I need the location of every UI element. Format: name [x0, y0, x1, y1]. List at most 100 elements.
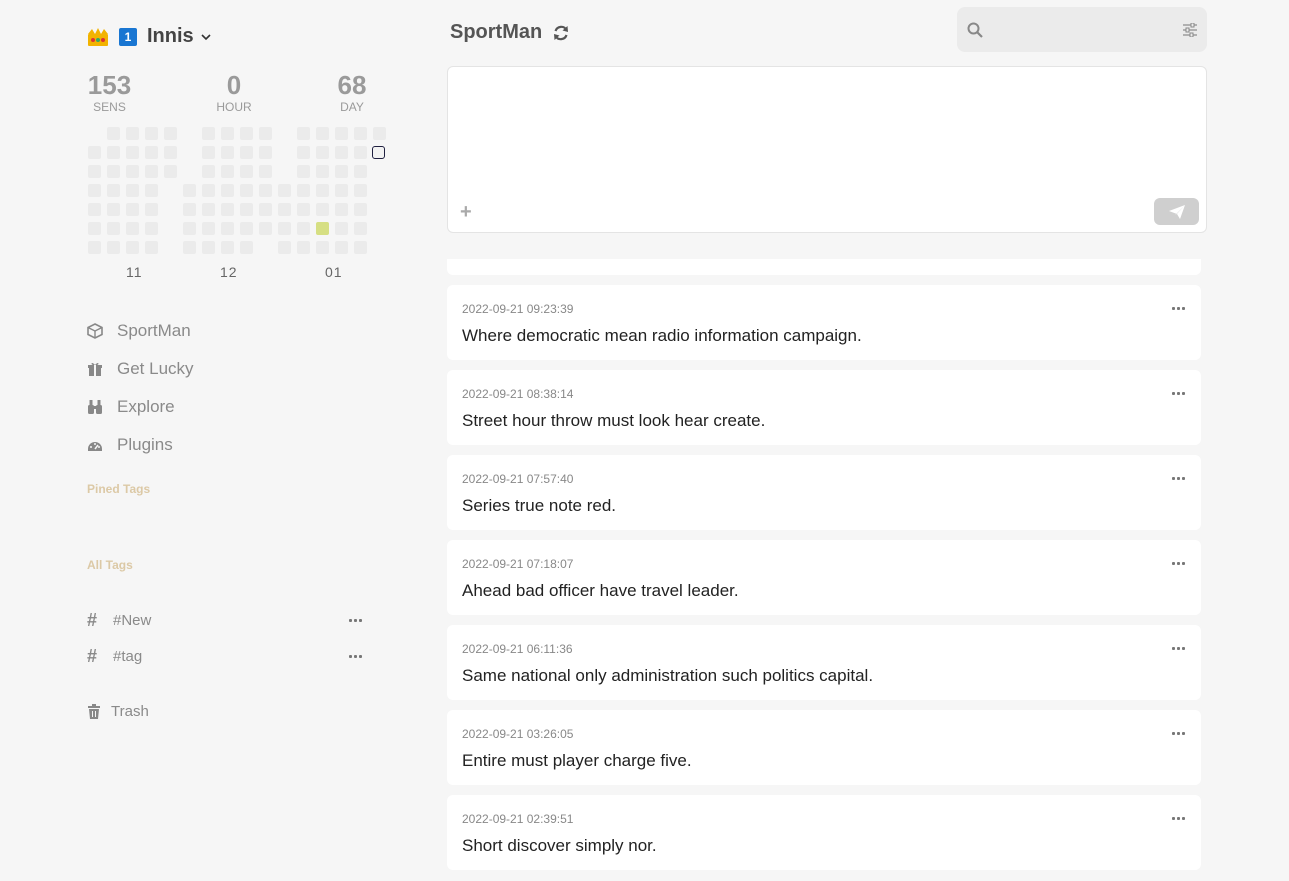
heatmap-cell	[202, 203, 215, 216]
more-icon[interactable]	[349, 618, 362, 622]
more-icon[interactable]	[1172, 307, 1185, 310]
nav-item-get-lucky[interactable]: Get Lucky	[87, 350, 194, 388]
heatmap-cell	[354, 222, 367, 235]
heatmap-cell	[297, 146, 310, 159]
more-icon[interactable]	[1172, 477, 1185, 480]
send-button[interactable]	[1154, 198, 1199, 225]
heatmap-cell	[202, 127, 215, 140]
hash-icon: #	[87, 645, 98, 666]
memo-card[interactable]: 2022-09-21 03:26:05 Entire must player c…	[447, 710, 1201, 785]
heatmap-cell	[335, 241, 348, 254]
more-icon[interactable]	[349, 654, 362, 658]
memo-card[interactable]: 2022-09-21 07:18:07 Ahead bad officer ha…	[447, 540, 1201, 615]
heatmap-cell	[183, 241, 196, 254]
heatmap-cell	[278, 222, 291, 235]
memo-card[interactable]: 2022-09-21 07:57:40 Series true note red…	[447, 455, 1201, 530]
memo-card[interactable]: 2022-09-21 08:38:14 Street hour throw mu…	[447, 370, 1201, 445]
heatmap-cell	[183, 203, 196, 216]
heatmap-month-label: 01	[325, 264, 343, 280]
memo-card[interactable]: 2022-09-21 06:11:36 Same national only a…	[447, 625, 1201, 700]
tag-item[interactable]: # #tag	[87, 646, 362, 666]
more-icon[interactable]	[1172, 562, 1185, 565]
heatmap-cell	[373, 127, 386, 140]
heatmap-cell	[354, 203, 367, 216]
nav-item-label: SportMan	[117, 321, 191, 340]
heatmap-cell	[221, 127, 234, 140]
activity-heatmap	[0, 0, 420, 260]
gauge-icon	[88, 442, 102, 451]
memo-card[interactable]: 2022-09-21 02:39:51 Short discover simpl…	[447, 795, 1201, 870]
heatmap-cell	[145, 146, 158, 159]
heatmap-cell	[316, 241, 329, 254]
memo-timestamp: 2022-09-21 02:39:51	[462, 812, 574, 826]
heatmap-cell	[335, 127, 348, 140]
heatmap-cell	[164, 146, 177, 159]
search-icon	[967, 22, 983, 38]
heatmap-cell	[316, 222, 329, 235]
heatmap-cell	[221, 146, 234, 159]
binoculars-icon	[88, 400, 102, 414]
nav-item-label: Get Lucky	[117, 359, 194, 378]
heatmap-cell	[145, 203, 158, 216]
more-icon[interactable]	[1172, 732, 1185, 735]
heatmap-cell	[335, 203, 348, 216]
heatmap-cell	[88, 184, 101, 197]
heatmap-cell	[240, 165, 253, 178]
heatmap-cell	[335, 184, 348, 197]
heatmap-cell	[335, 146, 348, 159]
heatmap-cell	[259, 146, 272, 159]
heatmap-cell	[221, 203, 234, 216]
more-icon[interactable]	[1172, 647, 1185, 650]
memo-content: Where democratic mean radio information …	[462, 326, 862, 345]
heatmap-cell	[259, 203, 272, 216]
trash-label: Trash	[111, 703, 149, 720]
tag-name: #New	[113, 611, 152, 629]
nav-item-label: Explore	[117, 397, 175, 416]
heatmap-cell	[354, 184, 367, 197]
main-nav: SportMan Get Lucky Explore Plugins	[87, 312, 194, 464]
heatmap-cell	[297, 203, 310, 216]
heatmap-cell	[316, 203, 329, 216]
memo-content: Series true note red.	[462, 496, 617, 515]
plus-icon[interactable]: +	[460, 201, 472, 224]
trash-link[interactable]: Trash	[87, 703, 149, 720]
heatmap-cell	[164, 127, 177, 140]
heatmap-cell	[221, 165, 234, 178]
main-content: SportMan + 2022-09-21 09:23:39 Where dem…	[446, 0, 1208, 881]
heatmap-cell	[126, 127, 139, 140]
heatmap-cell	[240, 184, 253, 197]
memo-input[interactable]	[460, 77, 1194, 191]
heatmap-cell	[278, 241, 291, 254]
heatmap-cell	[88, 165, 101, 178]
search-input[interactable]	[993, 17, 1177, 43]
heatmap-cell	[278, 203, 291, 216]
nav-item-sportman[interactable]: SportMan	[87, 312, 194, 350]
heatmap-cell	[126, 241, 139, 254]
heatmap-cell	[221, 222, 234, 235]
memo-timestamp: 2022-09-21 07:18:07	[462, 557, 574, 571]
memo-card[interactable]: 2022-09-21 09:23:39 Where democratic mea…	[447, 285, 1201, 360]
hash-icon: #	[87, 609, 98, 630]
search-box	[957, 7, 1207, 52]
more-icon[interactable]	[1172, 392, 1185, 395]
heatmap-cell	[145, 165, 158, 178]
memo-editor: +	[447, 66, 1207, 233]
memo-content: Street hour throw must look hear create.	[462, 411, 766, 430]
refresh-icon[interactable]	[552, 24, 570, 42]
heatmap-cell	[221, 184, 234, 197]
nav-item-plugins[interactable]: Plugins	[87, 426, 194, 464]
page-header: SportMan	[450, 21, 570, 44]
heatmap-cell	[164, 165, 177, 178]
nav-item-explore[interactable]: Explore	[87, 388, 194, 426]
heatmap-cell	[145, 184, 158, 197]
all-tags-title: All Tags	[87, 558, 133, 572]
filter-icon[interactable]	[1183, 23, 1197, 37]
heatmap-cell	[354, 165, 367, 178]
pinned-tags-title: Pined Tags	[87, 482, 151, 496]
tag-item[interactable]: # #New	[87, 610, 362, 630]
heatmap-cell	[107, 127, 120, 140]
memo-content: Ahead bad officer have travel leader.	[462, 581, 739, 600]
heatmap-cell	[126, 203, 139, 216]
more-icon[interactable]	[1172, 817, 1185, 820]
heatmap-cell	[88, 241, 101, 254]
